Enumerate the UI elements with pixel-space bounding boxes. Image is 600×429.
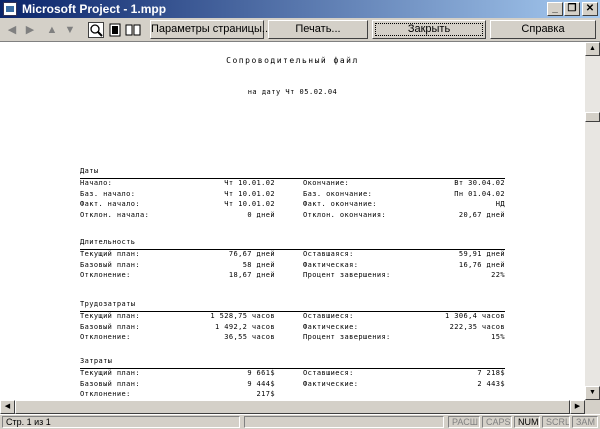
table-row: Начало: Чт 10.01.02 Окончание: Вт 30.04.02	[80, 179, 505, 187]
arrow-up-icon[interactable]: ▲	[44, 22, 60, 38]
table-row: Факт. начало: Чт 10.01.02 Факт. окончание:…	[80, 200, 505, 208]
window-title: Microsoft Project - 1.mpp	[22, 2, 167, 16]
arrow-left-icon[interactable]: ◀	[4, 22, 20, 38]
section-cost: Затраты Текущий план: 9 661$ Оставшиеся: 7 …	[80, 357, 505, 400]
horizontal-scroll-thumb[interactable]	[15, 400, 570, 414]
help-button[interactable]: Справка	[490, 20, 596, 39]
section-heading: Длительность	[80, 238, 136, 246]
section-dates: Даты Начало: Чт 10.01.02 Окончание: Вт 30.0…	[80, 167, 505, 221]
section-heading: Затраты	[80, 357, 113, 365]
section-heading: Даты	[80, 167, 99, 175]
page-setup-button[interactable]: Параметры страницы...	[150, 20, 271, 39]
report-date: на дату Чт 05.02.04	[247, 88, 338, 96]
table-row: Базовый план: 58 дней Фактическая: 16,76 дн…	[80, 260, 505, 269]
table-row: Текущий план: 1 528,75 часов Оставшиеся: 1 …	[80, 312, 505, 320]
table-row: Текущий план: 9 661$ Оставшиеся: 7 218$	[80, 369, 505, 377]
title-bar: Microsoft Project - 1.mpp _ ❐ ✕	[0, 0, 600, 18]
section-heading: Трудозатраты	[80, 300, 136, 308]
ext-indicator: РАСШ	[448, 416, 480, 428]
app-icon[interactable]	[3, 2, 17, 16]
scrl-indicator: SCRL	[542, 416, 570, 428]
close-button[interactable]: Закрыть	[372, 20, 486, 39]
scroll-corner	[585, 400, 600, 414]
table-row: Отклонение: 18,67 дней Процент завершения:…	[80, 271, 505, 279]
one-page-icon[interactable]	[107, 22, 123, 38]
arrow-right-icon[interactable]: ▶	[22, 22, 38, 38]
table-row: Отклонение: 36,55 часов Процент завершения…	[80, 333, 505, 341]
horizontal-scrollbar[interactable]: ◀ ▶	[0, 400, 585, 414]
report-title: Сопроводительный файл	[226, 56, 359, 65]
table-row: Базовый план: 1 492,2 часов Фактические: 22…	[80, 322, 505, 331]
close-icon[interactable]: ✕	[582, 2, 598, 16]
arrow-down-icon[interactable]: ▼	[62, 22, 78, 38]
vertical-scroll-thumb[interactable]	[585, 112, 600, 122]
status-bar: Стр. 1 из 1 РАСШ CAPS NUM SCRL ЗАМ	[0, 414, 600, 429]
page-info: Стр. 1 из 1	[2, 416, 240, 428]
scroll-down-icon[interactable]: ▼	[585, 386, 600, 400]
minimize-icon[interactable]: _	[547, 2, 563, 16]
table-row: Отклон. начала: 0 дней Отклон. окончания: 2…	[80, 210, 505, 219]
print-button[interactable]: Печать...	[268, 20, 368, 39]
print-preview-toolbar: ◀ ▶ ▲ ▼ Параметры страницы... Печать... …	[0, 19, 600, 42]
section-duration: Длительность Текущий план: 76,67 дней Оста…	[80, 238, 505, 282]
section-work: Трудозатраты Текущий план: 1 528,75 часов…	[80, 300, 505, 344]
table-row: Текущий план: 76,67 дней Оставшаяся: 59,91 …	[80, 250, 505, 258]
ovr-indicator: ЗАМ	[572, 416, 598, 428]
status-message	[244, 416, 444, 428]
scroll-left-icon[interactable]: ◀	[0, 400, 15, 414]
scroll-right-icon[interactable]: ▶	[570, 400, 585, 414]
restore-icon[interactable]: ❐	[564, 2, 580, 16]
multiple-pages-icon[interactable]	[125, 22, 141, 38]
zoom-icon[interactable]	[88, 22, 104, 38]
preview-page: Сопроводительный файл на дату Чт 05.02.0…	[0, 42, 585, 400]
table-row: Базовый план: 9 444$ Фактические: 2 443$	[80, 379, 505, 388]
num-indicator: NUM	[514, 416, 540, 428]
vertical-scrollbar[interactable]: ▲ ▼	[585, 42, 600, 400]
scroll-up-icon[interactable]: ▲	[585, 42, 600, 56]
caps-indicator: CAPS	[482, 416, 512, 428]
table-row: Баз. начало: Чт 10.01.02 Баз. окончание: Пн…	[80, 189, 505, 198]
table-row: Отклонение: 217$	[80, 390, 275, 398]
